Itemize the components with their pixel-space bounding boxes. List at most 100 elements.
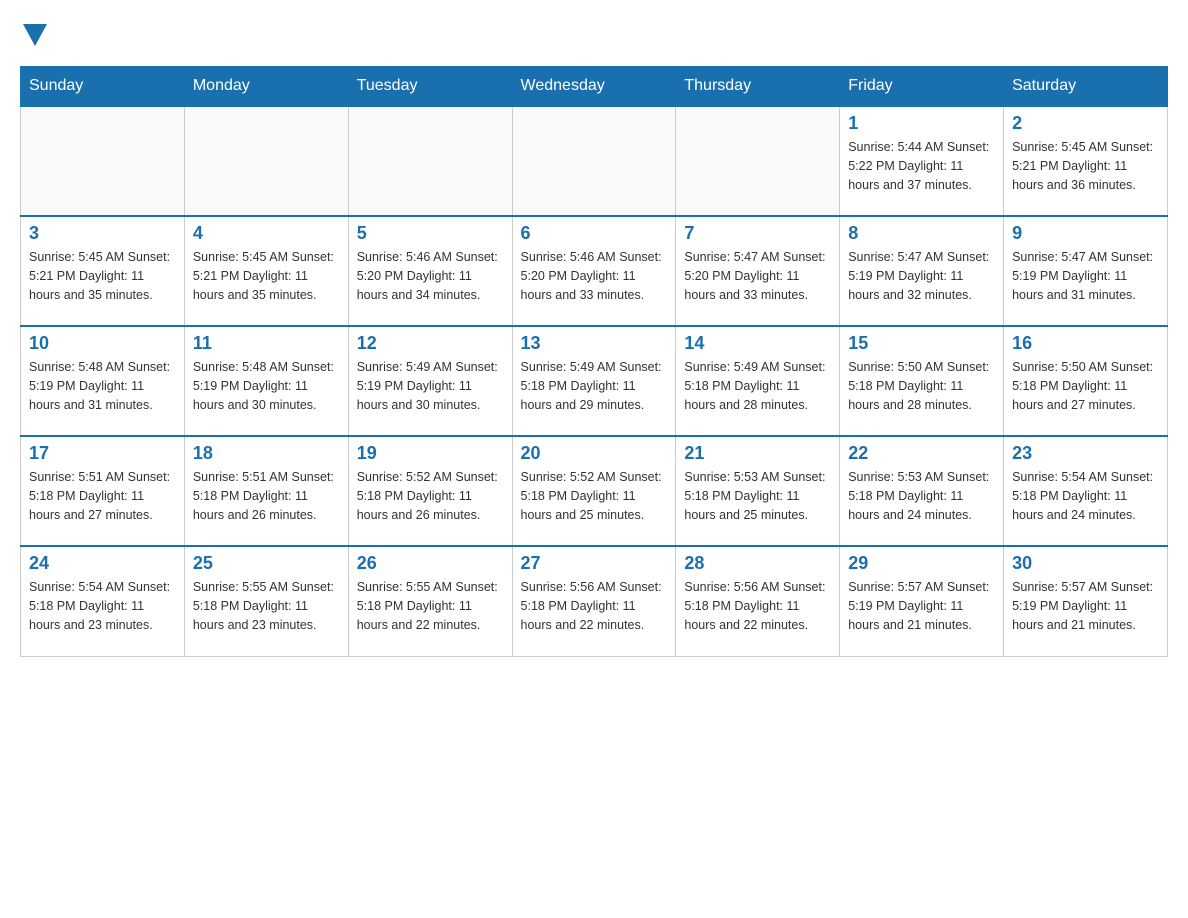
- day-number: 14: [684, 333, 831, 354]
- day-info: Sunrise: 5:52 AM Sunset: 5:18 PM Dayligh…: [521, 468, 668, 524]
- day-number: 5: [357, 223, 504, 244]
- day-info: Sunrise: 5:46 AM Sunset: 5:20 PM Dayligh…: [521, 248, 668, 304]
- day-number: 9: [1012, 223, 1159, 244]
- day-info: Sunrise: 5:45 AM Sunset: 5:21 PM Dayligh…: [1012, 138, 1159, 194]
- weekday-header-wednesday: Wednesday: [512, 67, 676, 107]
- calendar-cell: 26 Sunrise: 5:55 AM Sunset: 5:18 PM Dayli…: [348, 546, 512, 656]
- day-info: Sunrise: 5:54 AM Sunset: 5:18 PM Dayligh…: [1012, 468, 1159, 524]
- calendar-cell: 16Sunrise: 5:50 AM Sunset: 5:18 PM Dayli…: [1004, 326, 1168, 436]
- calendar-cell: 5 Sunrise: 5:46 AM Sunset: 5:20 PM Daylig…: [348, 216, 512, 326]
- day-number: 17: [29, 443, 176, 464]
- day-number: 27: [521, 553, 668, 574]
- weekday-header-friday: Friday: [840, 67, 1004, 107]
- weekday-header-monday: Monday: [184, 67, 348, 107]
- calendar-cell: 12Sunrise: 5:49 AM Sunset: 5:19 PM Dayli…: [348, 326, 512, 436]
- calendar-cell: 4 Sunrise: 5:45 AM Sunset: 5:21 PM Daylig…: [184, 216, 348, 326]
- day-info: Sunrise: 5:57 AM Sunset: 5:19 PM Dayligh…: [848, 578, 995, 634]
- day-info: Sunrise: 5:48 AM Sunset: 5:19 PM Dayligh…: [193, 358, 340, 414]
- weekday-header-saturday: Saturday: [1004, 67, 1168, 107]
- day-number: 7: [684, 223, 831, 244]
- day-number: 10: [29, 333, 176, 354]
- day-info: Sunrise: 5:47 AM Sunset: 5:20 PM Dayligh…: [684, 248, 831, 304]
- day-number: 13: [521, 333, 668, 354]
- weekday-header-sunday: Sunday: [21, 67, 185, 107]
- day-number: 18: [193, 443, 340, 464]
- day-info: Sunrise: 5:45 AM Sunset: 5:21 PM Dayligh…: [29, 248, 176, 304]
- day-number: 30: [1012, 553, 1159, 574]
- page-header: [20, 20, 1168, 46]
- calendar-cell: [348, 106, 512, 216]
- calendar-cell: 30 Sunrise: 5:57 AM Sunset: 5:19 PM Dayli…: [1004, 546, 1168, 656]
- calendar-cell: 9 Sunrise: 5:47 AM Sunset: 5:19 PM Daylig…: [1004, 216, 1168, 326]
- weekday-header-thursday: Thursday: [676, 67, 840, 107]
- week-row-4: 17 Sunrise: 5:51 AM Sunset: 5:18 PM Dayli…: [21, 436, 1168, 546]
- calendar-cell: 3 Sunrise: 5:45 AM Sunset: 5:21 PM Daylig…: [21, 216, 185, 326]
- day-info: Sunrise: 5:54 AM Sunset: 5:18 PM Dayligh…: [29, 578, 176, 634]
- calendar-cell: [676, 106, 840, 216]
- calendar-cell: 23 Sunrise: 5:54 AM Sunset: 5:18 PM Dayli…: [1004, 436, 1168, 546]
- day-info: Sunrise: 5:53 AM Sunset: 5:18 PM Dayligh…: [848, 468, 995, 524]
- day-number: 23: [1012, 443, 1159, 464]
- logo: [20, 20, 47, 46]
- week-row-1: 1 Sunrise: 5:44 AM Sunset: 5:22 PM Daylig…: [21, 106, 1168, 216]
- calendar-cell: 24 Sunrise: 5:54 AM Sunset: 5:18 PM Dayli…: [21, 546, 185, 656]
- day-info: Sunrise: 5:49 AM Sunset: 5:18 PM Dayligh…: [684, 358, 831, 414]
- week-row-5: 24 Sunrise: 5:54 AM Sunset: 5:18 PM Dayli…: [21, 546, 1168, 656]
- day-number: 25: [193, 553, 340, 574]
- day-number: 22: [848, 443, 995, 464]
- day-info: Sunrise: 5:55 AM Sunset: 5:18 PM Dayligh…: [357, 578, 504, 634]
- day-number: 19: [357, 443, 504, 464]
- calendar-table: SundayMondayTuesdayWednesdayThursdayFrid…: [20, 66, 1168, 657]
- day-number: 16: [1012, 333, 1159, 354]
- day-number: 8: [848, 223, 995, 244]
- calendar-cell: 6 Sunrise: 5:46 AM Sunset: 5:20 PM Daylig…: [512, 216, 676, 326]
- day-info: Sunrise: 5:57 AM Sunset: 5:19 PM Dayligh…: [1012, 578, 1159, 634]
- day-number: 26: [357, 553, 504, 574]
- day-info: Sunrise: 5:55 AM Sunset: 5:18 PM Dayligh…: [193, 578, 340, 634]
- day-number: 11: [193, 333, 340, 354]
- calendar-cell: 15Sunrise: 5:50 AM Sunset: 5:18 PM Dayli…: [840, 326, 1004, 436]
- day-info: Sunrise: 5:48 AM Sunset: 5:19 PM Dayligh…: [29, 358, 176, 414]
- day-info: Sunrise: 5:44 AM Sunset: 5:22 PM Dayligh…: [848, 138, 995, 194]
- day-number: 3: [29, 223, 176, 244]
- day-number: 24: [29, 553, 176, 574]
- calendar-cell: 7 Sunrise: 5:47 AM Sunset: 5:20 PM Daylig…: [676, 216, 840, 326]
- calendar-cell: 19 Sunrise: 5:52 AM Sunset: 5:18 PM Dayli…: [348, 436, 512, 546]
- logo-triangle-icon: [23, 24, 47, 46]
- day-info: Sunrise: 5:46 AM Sunset: 5:20 PM Dayligh…: [357, 248, 504, 304]
- day-number: 4: [193, 223, 340, 244]
- calendar-cell: 17 Sunrise: 5:51 AM Sunset: 5:18 PM Dayli…: [21, 436, 185, 546]
- calendar-cell: [512, 106, 676, 216]
- day-number: 28: [684, 553, 831, 574]
- day-info: Sunrise: 5:47 AM Sunset: 5:19 PM Dayligh…: [848, 248, 995, 304]
- day-info: Sunrise: 5:45 AM Sunset: 5:21 PM Dayligh…: [193, 248, 340, 304]
- calendar-cell: 25 Sunrise: 5:55 AM Sunset: 5:18 PM Dayli…: [184, 546, 348, 656]
- calendar-cell: 14 Sunrise: 5:49 AM Sunset: 5:18 PM Dayli…: [676, 326, 840, 436]
- day-info: Sunrise: 5:51 AM Sunset: 5:18 PM Dayligh…: [29, 468, 176, 524]
- week-row-3: 10 Sunrise: 5:48 AM Sunset: 5:19 PM Dayli…: [21, 326, 1168, 436]
- calendar-cell: 18 Sunrise: 5:51 AM Sunset: 5:18 PM Dayli…: [184, 436, 348, 546]
- calendar-cell: [184, 106, 348, 216]
- calendar-cell: 28Sunrise: 5:56 AM Sunset: 5:18 PM Dayli…: [676, 546, 840, 656]
- calendar-cell: 11 Sunrise: 5:48 AM Sunset: 5:19 PM Dayli…: [184, 326, 348, 436]
- calendar-cell: 29 Sunrise: 5:57 AM Sunset: 5:19 PM Dayli…: [840, 546, 1004, 656]
- day-info: Sunrise: 5:50 AM Sunset: 5:18 PM Dayligh…: [848, 358, 995, 414]
- day-number: 2: [1012, 113, 1159, 134]
- weekday-header-row: SundayMondayTuesdayWednesdayThursdayFrid…: [21, 67, 1168, 107]
- day-info: Sunrise: 5:49 AM Sunset: 5:18 PM Dayligh…: [521, 358, 668, 414]
- day-number: 21: [684, 443, 831, 464]
- calendar-cell: 2 Sunrise: 5:45 AM Sunset: 5:21 PM Daylig…: [1004, 106, 1168, 216]
- day-info: Sunrise: 5:56 AM Sunset: 5:18 PM Dayligh…: [521, 578, 668, 634]
- calendar-cell: 10 Sunrise: 5:48 AM Sunset: 5:19 PM Dayli…: [21, 326, 185, 436]
- day-number: 12: [357, 333, 504, 354]
- week-row-2: 3 Sunrise: 5:45 AM Sunset: 5:21 PM Daylig…: [21, 216, 1168, 326]
- day-info: Sunrise: 5:51 AM Sunset: 5:18 PM Dayligh…: [193, 468, 340, 524]
- calendar-cell: 8 Sunrise: 5:47 AM Sunset: 5:19 PM Daylig…: [840, 216, 1004, 326]
- day-info: Sunrise: 5:52 AM Sunset: 5:18 PM Dayligh…: [357, 468, 504, 524]
- day-info: Sunrise: 5:47 AM Sunset: 5:19 PM Dayligh…: [1012, 248, 1159, 304]
- calendar-cell: 1 Sunrise: 5:44 AM Sunset: 5:22 PM Daylig…: [840, 106, 1004, 216]
- calendar-cell: 27 Sunrise: 5:56 AM Sunset: 5:18 PM Dayli…: [512, 546, 676, 656]
- day-number: 6: [521, 223, 668, 244]
- day-number: 29: [848, 553, 995, 574]
- day-number: 1: [848, 113, 995, 134]
